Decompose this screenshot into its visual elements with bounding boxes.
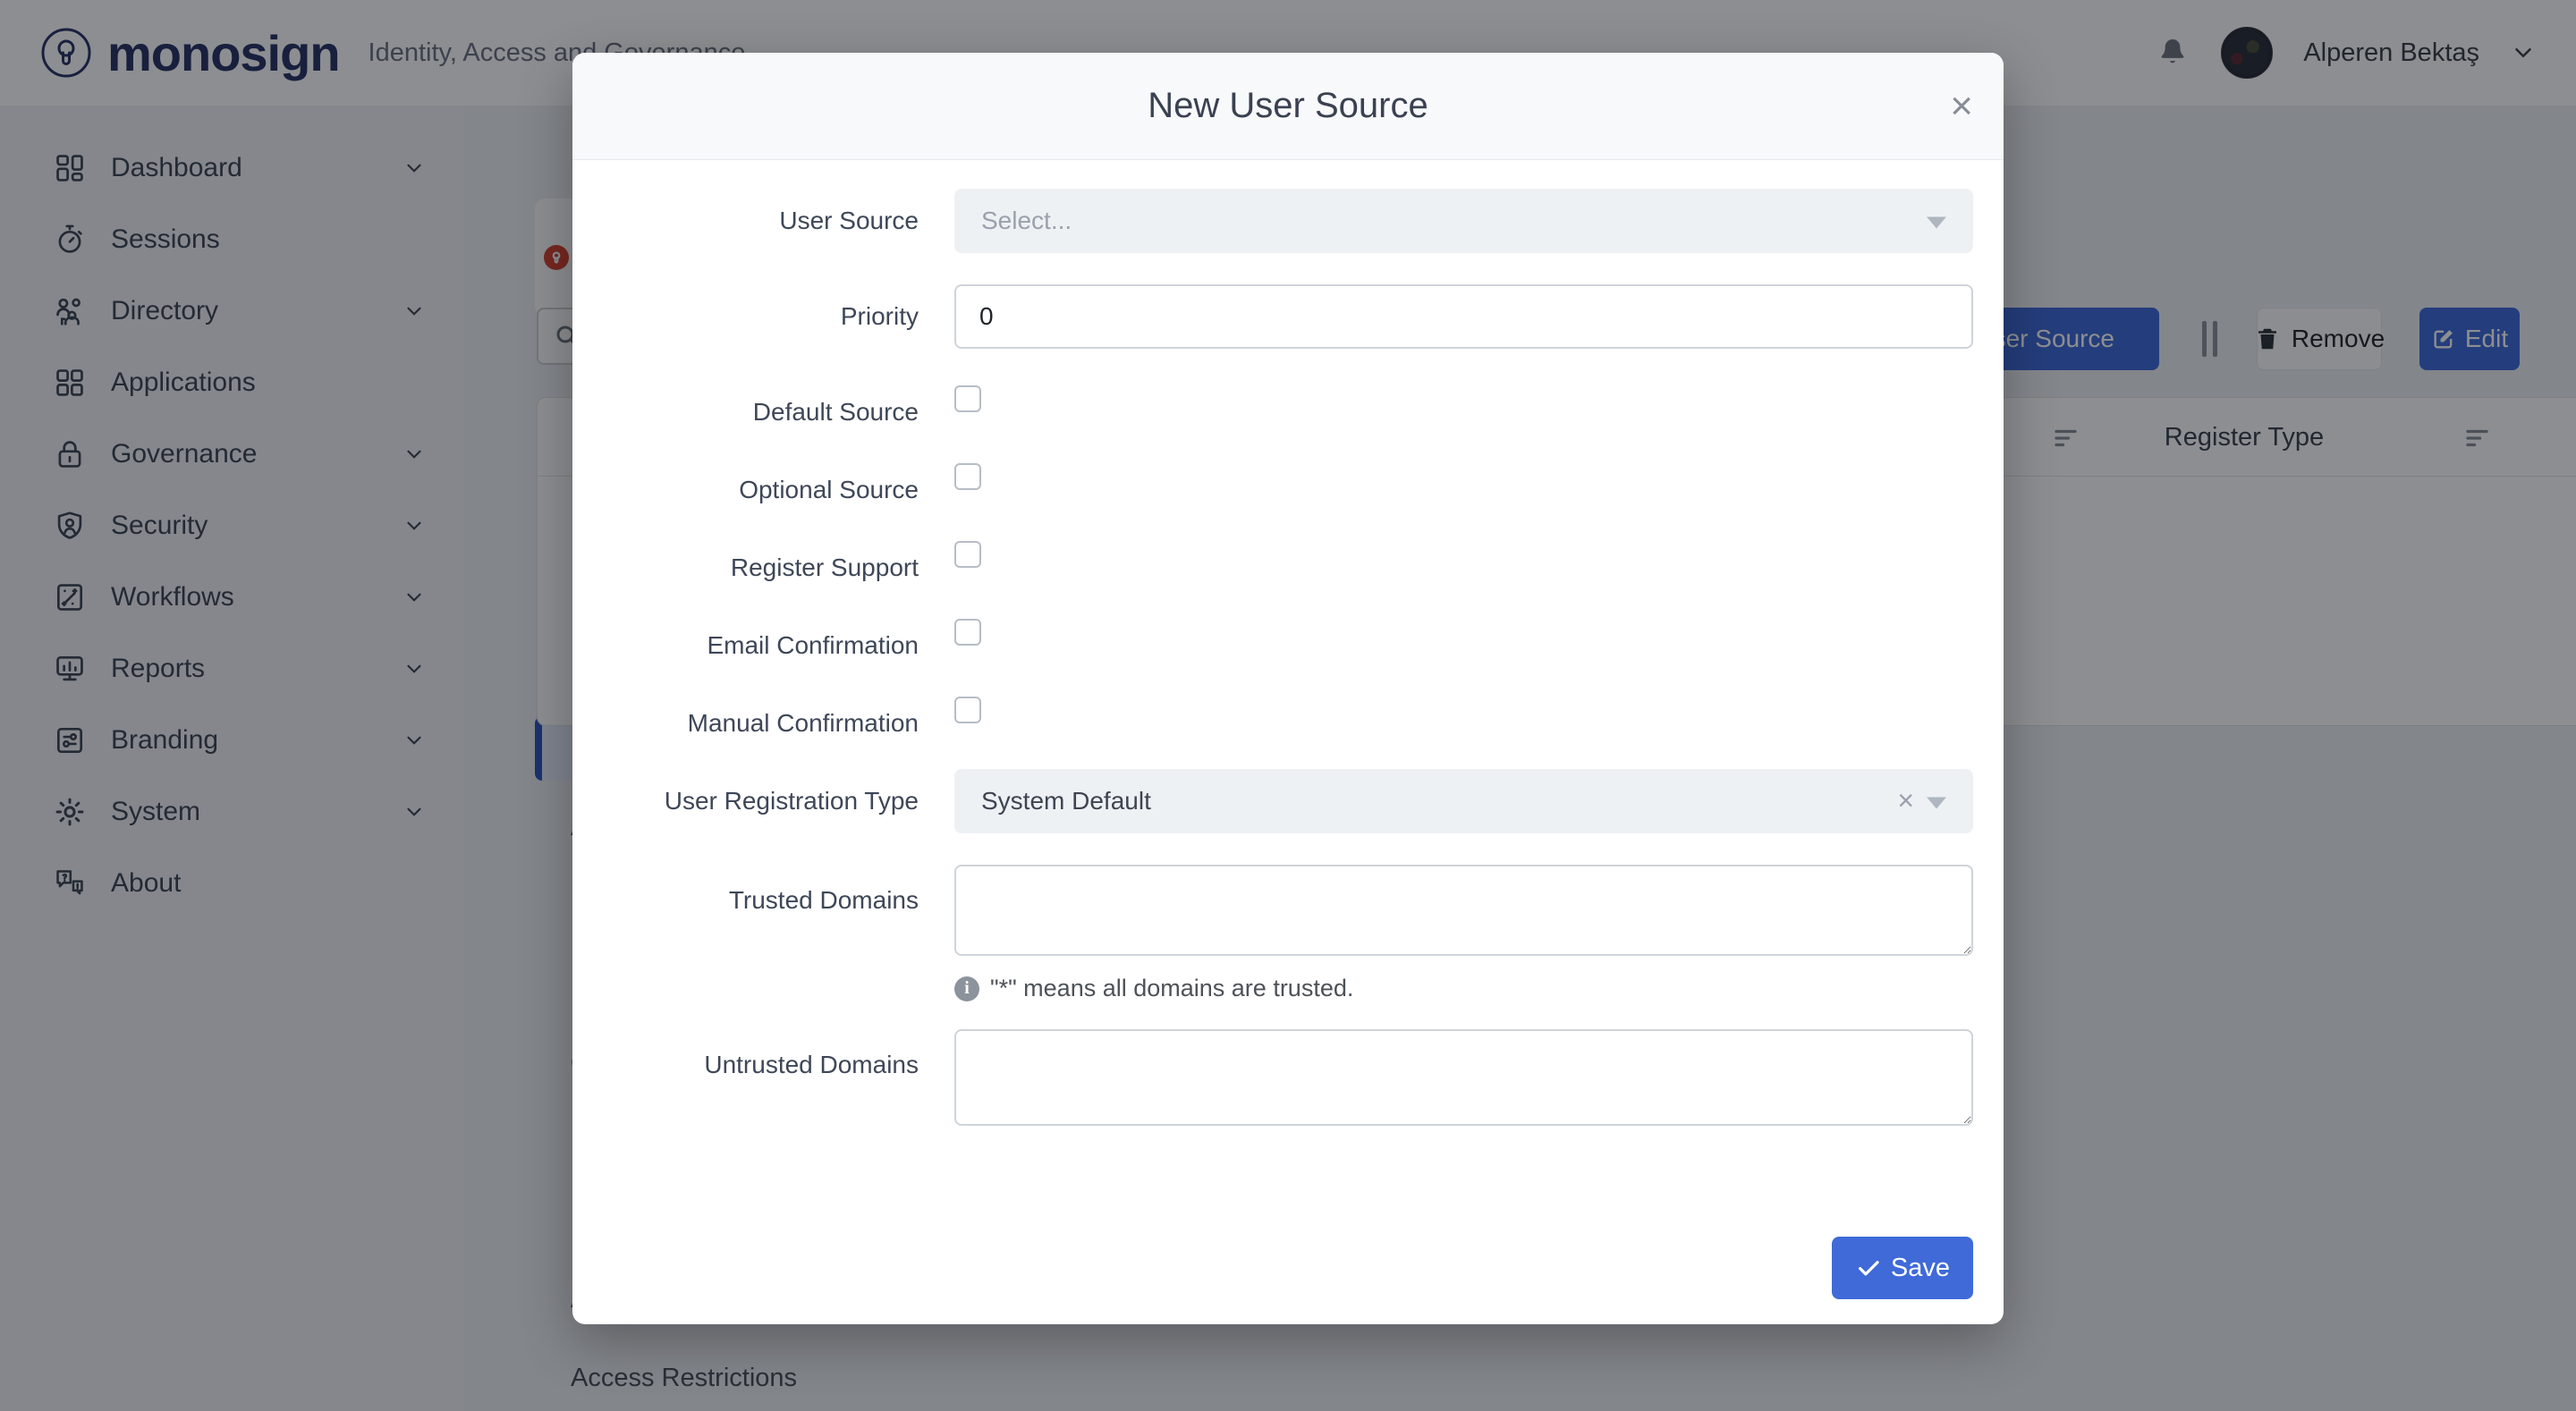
chevron-down-icon [1927, 797, 1946, 808]
trusted-domains-hint: i "*" means all domains are trusted. [954, 975, 1973, 1002]
optional-source-label: Optional Source [572, 458, 919, 504]
modal-title: New User Source [1148, 86, 1428, 126]
manual-confirmation-label: Manual Confirmation [572, 691, 919, 738]
priority-label: Priority [572, 302, 919, 331]
field-row-default-source: Default Source [572, 380, 1973, 427]
email-confirmation-checkbox[interactable] [954, 619, 981, 646]
trusted-domains-label: Trusted Domains [572, 865, 919, 915]
select-placeholder: Select... [981, 207, 1072, 235]
save-button-label: Save [1891, 1254, 1950, 1283]
default-source-label: Default Source [572, 380, 919, 427]
registration-type-label: User Registration Type [572, 787, 919, 815]
register-support-checkbox[interactable] [954, 541, 981, 568]
user-source-label: User Source [572, 207, 919, 235]
save-button[interactable]: Save [1832, 1237, 1973, 1299]
info-icon: i [954, 976, 979, 1001]
field-row-optional-source: Optional Source [572, 458, 1973, 504]
modal-body: User Source Select... Priority Default S… [572, 160, 2004, 1237]
untrusted-domains-textarea[interactable] [954, 1029, 1973, 1126]
field-row-user-source: User Source Select... [572, 189, 1973, 253]
user-source-select[interactable]: Select... [954, 189, 1973, 253]
check-icon [1855, 1255, 1882, 1281]
field-row-untrusted-domains: Untrusted Domains [572, 1029, 1973, 1130]
optional-source-checkbox[interactable] [954, 463, 981, 490]
hint-text: "*" means all domains are trusted. [990, 975, 1353, 1002]
field-row-manual-confirmation: Manual Confirmation [572, 691, 1973, 738]
untrusted-domains-label: Untrusted Domains [572, 1029, 919, 1079]
chevron-down-icon [1927, 216, 1946, 228]
email-confirmation-label: Email Confirmation [572, 613, 919, 660]
field-row-priority: Priority [572, 284, 1973, 349]
new-user-source-modal: New User Source × User Source Select... … [572, 53, 2004, 1324]
manual-confirmation-checkbox[interactable] [954, 697, 981, 723]
default-source-checkbox[interactable] [954, 385, 981, 412]
priority-input[interactable] [954, 284, 1973, 349]
register-support-label: Register Support [572, 536, 919, 582]
modal-header: New User Source × [572, 53, 2004, 160]
field-row-registration-type: User Registration Type System Default × [572, 769, 1973, 833]
close-icon[interactable]: × [1950, 87, 1973, 126]
clear-icon[interactable]: × [1897, 784, 1914, 817]
field-row-register-support: Register Support [572, 536, 1973, 582]
select-value: System Default [981, 787, 1151, 815]
registration-type-select[interactable]: System Default × [954, 769, 1973, 833]
field-row-email-confirmation: Email Confirmation [572, 613, 1973, 660]
modal-footer: Save [572, 1237, 2004, 1324]
field-row-trusted-domains: Trusted Domains i "*" means all domains … [572, 865, 1973, 1002]
trusted-domains-textarea[interactable] [954, 865, 1973, 956]
